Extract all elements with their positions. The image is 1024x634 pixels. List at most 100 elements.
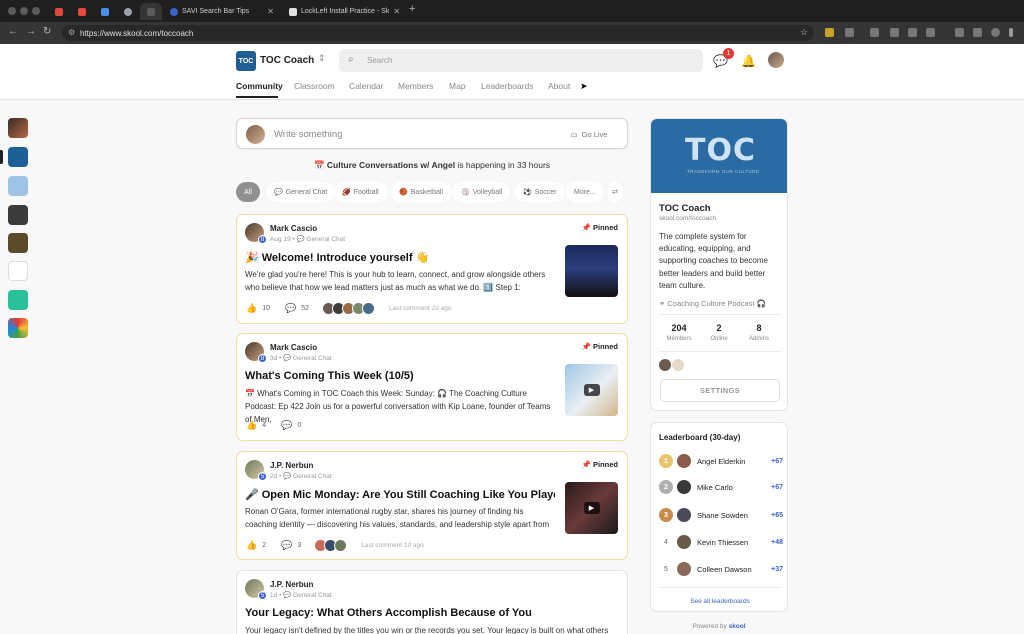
user-avatar[interactable] — [768, 52, 784, 68]
maximize-window-icon[interactable] — [32, 7, 40, 15]
stat-admins[interactable]: 8 Admins — [739, 323, 779, 342]
filter-all[interactable]: All — [236, 182, 260, 202]
podcast-link[interactable]: ⚭ Coaching Culture Podcast 🎧 — [659, 299, 766, 308]
like-icon[interactable]: 👍 — [246, 420, 257, 431]
post-thumbnail[interactable]: ▶ — [565, 364, 618, 416]
chat-icon: 💬 — [274, 189, 283, 196]
stat-online[interactable]: 2 Online — [699, 323, 739, 342]
filter-football[interactable]: 🏈 Football — [334, 182, 387, 202]
stat-members[interactable]: 204 Members — [659, 323, 699, 342]
group-icon-lockleft[interactable] — [8, 261, 28, 281]
group-icon-toc[interactable] — [8, 147, 28, 167]
browser-tab-docs[interactable] — [94, 3, 116, 20]
tab-classroom[interactable]: Classroom — [294, 81, 335, 91]
post-title[interactable]: What's Coming This Week (10/5) — [245, 370, 555, 382]
leaderboard-row[interactable]: 5 Colleen Dawson +37 — [659, 561, 783, 577]
post-composer[interactable]: Write something ▭ Go Live — [236, 118, 628, 149]
tab-map[interactable]: Map — [449, 81, 466, 91]
extension-icon[interactable] — [926, 28, 935, 37]
group-icon-tf[interactable] — [8, 290, 28, 310]
group-icon[interactable] — [8, 233, 28, 253]
filter-settings-icon[interactable]: ⇄ — [608, 182, 622, 202]
leaderboard-row[interactable]: 4 Kevin Thiessen +48 — [659, 534, 783, 550]
like-icon[interactable]: 👍 — [246, 540, 257, 551]
download-icon[interactable] — [955, 28, 964, 37]
extension-icon[interactable] — [870, 28, 879, 37]
settings-button[interactable]: SETTINGS — [660, 379, 780, 402]
tab-calendar[interactable]: Calendar — [349, 81, 384, 91]
leaderboard-row[interactable]: 2 Mike Carlo +67 — [659, 479, 783, 495]
browser-tab-savi[interactable]: SAVI Search Bar Tips ✕ — [164, 3, 280, 20]
post-card[interactable]: 5 J.P. Nerbun 1d • 💬 General Chat Your L… — [236, 570, 628, 634]
browser-tab-gmail-2[interactable] — [71, 3, 93, 20]
tab-members[interactable]: Members — [398, 81, 433, 91]
group-icon[interactable] — [8, 318, 28, 338]
group-icon[interactable] — [8, 176, 28, 196]
group-icon[interactable] — [8, 118, 28, 138]
minimize-window-icon[interactable] — [20, 7, 28, 15]
new-tab-icon[interactable]: + — [409, 3, 415, 15]
close-window-icon[interactable] — [8, 7, 16, 15]
browser-tab-lockleft[interactable]: LockLeft Install Practice - Sk ✕ — [283, 3, 403, 20]
browser-tab-skool-active[interactable] — [140, 3, 162, 20]
group-logo[interactable]: TOC — [236, 51, 256, 71]
forward-icon[interactable]: → — [26, 26, 36, 37]
filter-general-chat[interactable]: 💬 General Chat — [266, 182, 336, 202]
post-thumbnail[interactable]: ▶ — [565, 482, 618, 534]
post-thumbnail[interactable] — [565, 245, 618, 297]
post-card[interactable]: 8 Mark Cascio Aug 19 • 💬 General Chat 📌 … — [236, 214, 628, 324]
reload-icon[interactable]: ↻ — [43, 26, 51, 37]
close-tab-icon[interactable]: ✕ — [267, 7, 274, 16]
address-bar[interactable]: ⚙ https://www.skool.com/toccoach ☆ — [62, 25, 814, 41]
leaderboard-row[interactable]: 1 Angel Elderkin +67 — [659, 453, 783, 469]
extension-icon[interactable] — [908, 28, 917, 37]
filter-basketball[interactable]: 🏀 Basketball — [391, 182, 452, 202]
group-name[interactable]: TOC Coach — [260, 55, 314, 66]
play-icon[interactable]: ▶ — [583, 384, 600, 396]
powered-by-footer[interactable]: Powered by skool — [650, 623, 788, 630]
post-title[interactable]: 🎉 Welcome! Introduce yourself 👋 — [245, 251, 555, 264]
tab-about[interactable]: About — [548, 81, 570, 91]
online-member-avatar[interactable] — [672, 359, 684, 371]
group-icon[interactable] — [8, 205, 28, 225]
like-icon[interactable]: 👍 — [246, 303, 257, 314]
about-group-url[interactable]: skool.com/toccoach — [659, 215, 716, 222]
tab-leaderboards[interactable]: Leaderboards — [481, 81, 533, 91]
post-author[interactable]: J.P. Nerbun — [270, 461, 313, 470]
go-live-button[interactable]: ▭ Go Live — [559, 123, 619, 145]
leaderboard-row[interactable]: 3 Shane Sowden +65 — [659, 507, 783, 523]
group-switcher-icon[interactable]: ⇕ — [318, 53, 326, 64]
filter-soccer[interactable]: ⚽ Soccer — [515, 182, 565, 202]
profile-icon[interactable] — [991, 28, 1000, 37]
post-author[interactable]: Mark Cascio — [270, 343, 317, 352]
comment-icon[interactable]: 💬 — [281, 540, 292, 551]
see-all-leaderboards-link[interactable]: See all leaderboards — [651, 598, 789, 605]
upcoming-event-banner[interactable]: 📅 Culture Conversations w/ Angel is happ… — [236, 160, 628, 171]
close-tab-icon[interactable]: ✕ — [393, 7, 400, 16]
bookmark-star-icon[interactable]: ☆ — [800, 27, 808, 38]
bell-icon[interactable]: 🔔 — [741, 54, 756, 68]
filter-volleyball[interactable]: 🏐 Volleyball — [453, 182, 511, 202]
online-member-avatar[interactable] — [659, 359, 671, 371]
comment-icon[interactable]: 💬 — [285, 303, 296, 314]
post-author[interactable]: J.P. Nerbun — [270, 580, 313, 589]
post-author[interactable]: Mark Cascio — [270, 224, 317, 233]
post-card[interactable]: 5 J.P. Nerbun 2d • 💬 General Chat 📌 Pinn… — [236, 451, 628, 560]
filter-more[interactable]: More... — [566, 182, 604, 202]
browser-menu-icon[interactable] — [1009, 28, 1013, 37]
browser-tab-gmail[interactable] — [48, 3, 70, 20]
extension-icon[interactable] — [845, 28, 854, 37]
search-input[interactable]: ⌕ Search — [339, 49, 703, 72]
play-icon[interactable]: ▶ — [583, 502, 600, 514]
extension-icon[interactable] — [973, 28, 982, 37]
comment-icon[interactable]: 💬 — [281, 420, 292, 431]
back-icon[interactable]: ← — [8, 26, 18, 37]
site-info-icon[interactable]: ⚙ — [68, 28, 75, 37]
post-card[interactable]: 8 Mark Cascio 3d • 💬 General Chat 📌 Pinn… — [236, 333, 628, 441]
tab-community[interactable]: Community — [236, 81, 283, 91]
post-title[interactable]: Your Legacy: What Others Accomplish Beca… — [245, 607, 555, 619]
extension-icon[interactable] — [890, 28, 899, 37]
post-title[interactable]: 🎤 Open Mic Monday: Are You Still Coachin… — [245, 488, 555, 501]
extension-icon[interactable] — [825, 28, 834, 37]
browser-tab-generic[interactable] — [117, 3, 139, 20]
